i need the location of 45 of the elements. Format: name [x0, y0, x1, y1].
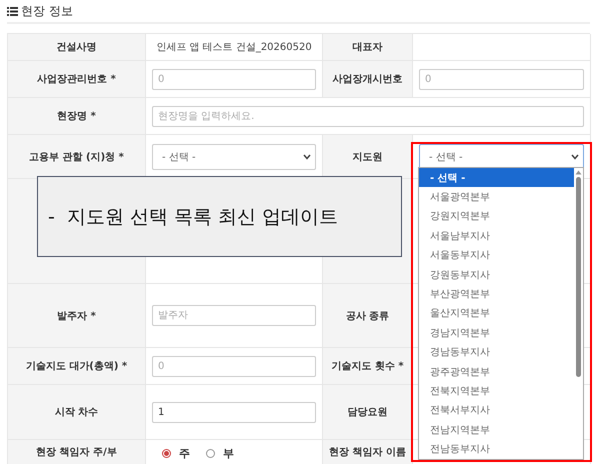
list-icon: [7, 6, 18, 16]
dropdown-option[interactable]: 강원지역본부: [419, 206, 574, 226]
callout-text: - 지도원 선택 목록 최신 업데이트: [48, 204, 338, 230]
dropdown-option[interactable]: 강원동부지사: [419, 264, 574, 284]
field-label: 사업장개시번호: [332, 73, 402, 86]
field-label: 기술지도 대가(총액) *: [26, 360, 128, 373]
dropdown-option[interactable]: 경남동부지사: [419, 342, 574, 362]
field-label: 대표자: [352, 41, 382, 54]
select-dropdown[interactable]: - 선택 -: [152, 144, 316, 170]
dropdown-option[interactable]: 전남지역본부: [419, 420, 574, 440]
field-label: 공사 종류: [346, 310, 390, 322]
company-name: 인세프 앱 테스트 건설_20260520: [156, 41, 312, 54]
field-label: 사업장관리번호 *: [37, 73, 116, 86]
chevron-icon: [303, 154, 311, 160]
field-label: 담당요원: [348, 406, 388, 419]
field-label: 시작 차수: [54, 406, 98, 419]
dropdown-option[interactable]: 전남동부지사: [419, 439, 574, 459]
input-field[interactable]: 0: [152, 356, 316, 376]
input-field[interactable]: 현장명을 입력하세요.: [152, 106, 584, 126]
dropdown-option[interactable]: 울산지역본부: [419, 304, 574, 324]
dropdown-option[interactable]: 광주광역본부: [419, 362, 574, 382]
field-label: 발주자 *: [57, 310, 96, 322]
section-title: 현장 정보: [21, 2, 73, 20]
field-label: 고용부 관할 (지)청 *: [29, 150, 124, 164]
dropdown-option[interactable]: 전북서부지사: [419, 400, 574, 420]
radio-option[interactable]: 부: [206, 447, 234, 460]
radio-option[interactable]: 주: [162, 447, 190, 460]
field-label: 건설사명: [56, 41, 96, 54]
dropdown-option[interactable]: 경남지역본부: [419, 323, 574, 343]
input-field[interactable]: 1: [152, 402, 316, 422]
input-field[interactable]: 발주자: [152, 305, 316, 326]
field-label: 현장명 *: [57, 110, 96, 123]
input-field[interactable]: 0: [419, 68, 584, 90]
dropdown-option[interactable]: 서울남부지사: [419, 226, 574, 246]
dropdown-option[interactable]: 부산광역본부: [419, 284, 574, 304]
dropdown-option[interactable]: 서울동부지사: [419, 246, 574, 265]
dropdown-option[interactable]: 서울광역본부: [419, 187, 574, 207]
field-label: 현장 책임자 주/부: [36, 447, 117, 459]
input-field[interactable]: 0: [152, 68, 316, 90]
field-label: 지도원: [352, 150, 382, 164]
field-label: 기술지도 횟수 *: [331, 360, 404, 373]
field-label: 현장 책임자 이름: [329, 447, 406, 459]
chevron-icon: [571, 154, 579, 160]
dropdown-option[interactable]: - 선택 -: [419, 168, 574, 188]
dropdown-option[interactable]: 전북지역본부: [419, 381, 574, 401]
